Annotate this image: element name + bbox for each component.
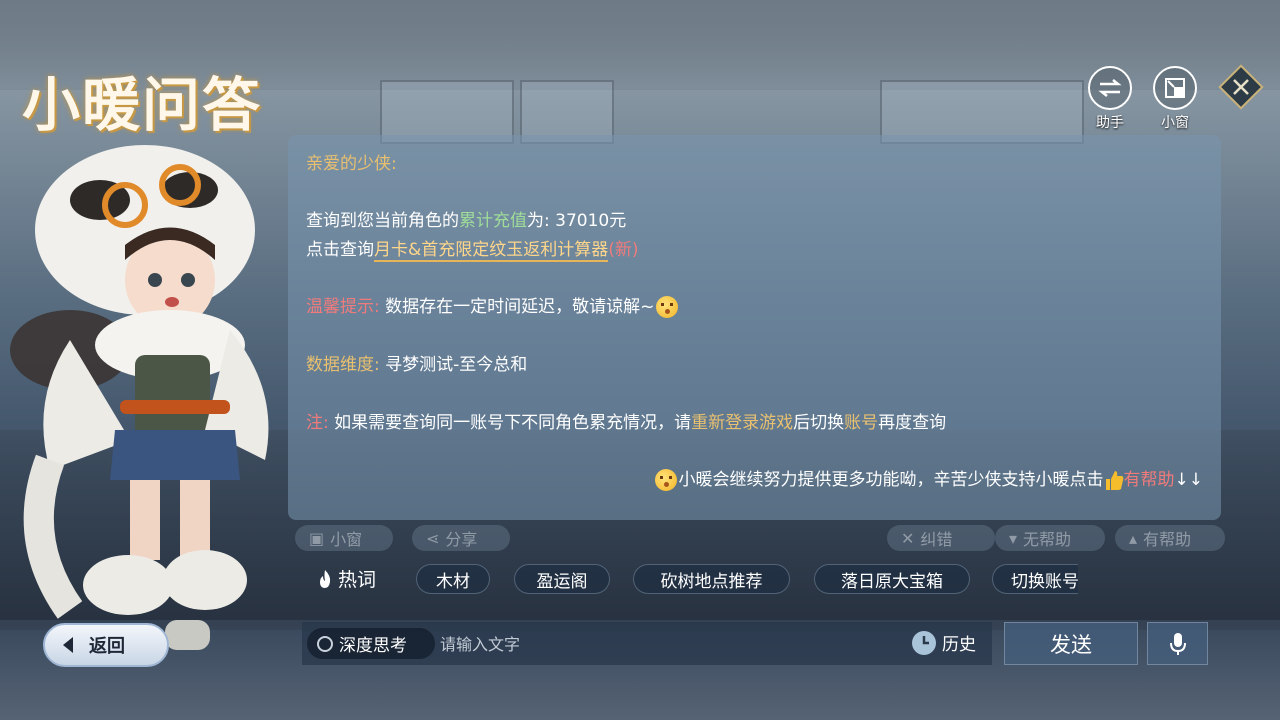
mini-window-label: 小窗 — [1161, 115, 1189, 131]
thumbs-up-icon: ▴ — [1129, 528, 1138, 548]
clock-icon — [912, 630, 936, 655]
send-button[interactable]: 发送 — [1004, 622, 1138, 665]
hotword-chip[interactable]: 切换账号 — [992, 564, 1078, 594]
back-label: 返回 — [89, 636, 125, 657]
mini-window-button[interactable]: 小窗 — [1153, 66, 1197, 132]
close-icon[interactable] — [1218, 64, 1264, 110]
hotword-chip[interactable]: 砍树地点推荐 — [633, 564, 790, 594]
assistant-label: 助手 — [1096, 115, 1124, 131]
hotword-chip[interactable]: 盈运阁 — [514, 564, 610, 594]
history-button[interactable]: 历史 — [912, 630, 976, 655]
footer-helpful: 有帮助 — [1123, 470, 1175, 490]
back-arrow-icon — [63, 637, 73, 653]
hotword-chip[interactable]: 落日原大宝箱 — [814, 564, 970, 594]
hotword-chip[interactable]: 木材 — [416, 564, 490, 594]
microphone-button[interactable] — [1147, 622, 1208, 665]
helpful-action[interactable]: ▴ 有帮助 — [1115, 525, 1225, 551]
radio-circle-icon — [317, 635, 333, 652]
hotword-chip-strip: 木材 盈运阁 砍树地点推荐 落日原大宝箱 切换账号 — [0, 0, 1078, 720]
deep-think-toggle[interactable]: 深度思考 — [307, 628, 435, 659]
microphone-icon — [1169, 632, 1186, 655]
message-input[interactable] — [438, 628, 902, 661]
deep-think-label: 深度思考 — [339, 636, 407, 656]
helpful-label: 有帮助 — [1143, 530, 1192, 549]
mini-window-icon — [1153, 66, 1197, 110]
thumbs-up-icon — [1105, 471, 1123, 490]
footer-arrows: ↓↓ — [1174, 470, 1204, 490]
back-button[interactable]: 返回 — [43, 623, 169, 667]
swap-arrows-icon — [1088, 66, 1132, 110]
history-label: 历史 — [942, 635, 976, 655]
assistant-button[interactable]: 助手 — [1088, 66, 1132, 132]
